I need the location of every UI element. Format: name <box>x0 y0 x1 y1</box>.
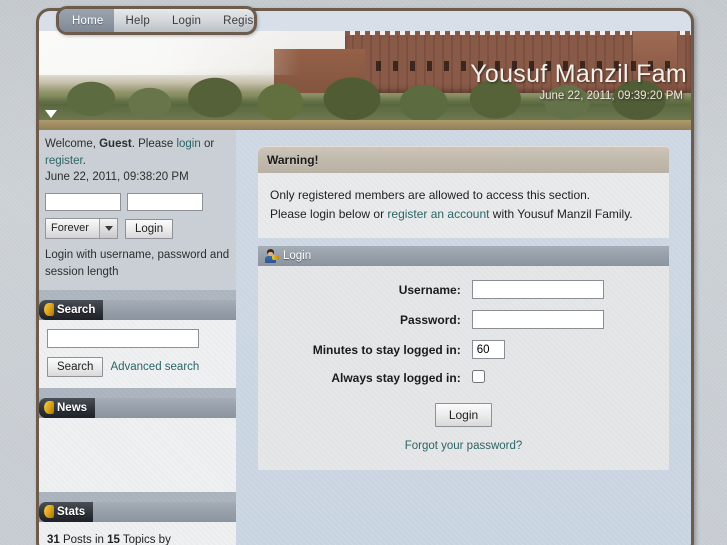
welcome-line: Welcome, Guest. Please login or register… <box>45 136 230 169</box>
search-block-body: Search Advanced search <box>39 320 236 388</box>
welcome-prefix: Welcome, <box>45 138 100 150</box>
user-key-icon <box>264 249 279 264</box>
stats-topics-label: Topics by <box>119 533 171 545</box>
warning-title: Warning! <box>267 152 319 167</box>
register-account-link[interactable]: register an account <box>387 207 489 221</box>
session-length-value: Forever <box>51 221 89 234</box>
warning-body: Only registered members are allowed to a… <box>258 173 669 238</box>
minutes-label: Minutes to stay logged in: <box>312 342 461 357</box>
forum-frame: Yousuf Manzil Fam June 22, 2011, 09:39:2… <box>36 8 694 545</box>
body-wrapper: Welcome, Guest. Please login or register… <box>39 130 691 545</box>
warning-line2-prefix: Please login below or <box>270 207 388 222</box>
chevron-down-icon[interactable] <box>99 219 117 239</box>
site-banner: Yousuf Manzil Fam June 22, 2011, 09:39:2… <box>39 31 691 130</box>
news-block-body <box>39 418 236 492</box>
news-block-header: News <box>39 397 236 418</box>
stats-text: 31 Posts in 15 Topics by 50 Members <box>47 531 228 545</box>
search-block-badge: Search <box>39 299 104 320</box>
form-row-minutes: Minutes to stay logged in: <box>258 340 669 360</box>
session-length-select[interactable]: Forever <box>45 218 118 240</box>
nav-tab-register[interactable]: Register <box>212 9 257 32</box>
warning-line-2: Please login below or register an accoun… <box>270 205 657 224</box>
minutes-field-wrap <box>471 340 505 360</box>
nav-tab-label: Login <box>171 14 202 27</box>
main-content: Warning! Only registered members are all… <box>236 130 691 545</box>
search-block-title: Search <box>57 303 96 316</box>
sidebar-block-news: News <box>39 397 236 492</box>
welcome-username: Guest <box>99 138 132 150</box>
banner-text-group: Yousuf Manzil Fam June 22, 2011, 09:39:2… <box>470 60 691 103</box>
gold-arrow-icon <box>44 505 54 519</box>
login-submit-wrap: Login <box>258 403 669 428</box>
nav-tab-label: Home <box>72 14 104 27</box>
search-input[interactable] <box>47 328 199 348</box>
sidebar-block-stats: Stats 31 Posts in 15 Topics by 50 Member… <box>39 501 236 545</box>
quick-password-input[interactable] <box>127 193 203 212</box>
stats-posts-label: Posts in <box>59 533 108 545</box>
password-field-wrap <box>471 310 604 330</box>
welcome-mid: . Please <box>131 138 177 150</box>
always-logged-field-wrap <box>471 370 485 386</box>
triangle-marker-icon <box>45 110 57 118</box>
always-logged-label: Always stay logged in: <box>331 371 461 386</box>
page-root: Yousuf Manzil Fam June 22, 2011, 09:39:2… <box>0 0 727 545</box>
stats-posts-count: 31 <box>47 533 60 545</box>
login-submit-button[interactable]: Login <box>434 403 493 428</box>
nav-tab-home[interactable]: Home <box>59 9 115 32</box>
site-title: Yousuf Manzil Fam <box>470 60 687 88</box>
forgot-password-wrap: Forgot your password? <box>258 438 669 452</box>
boundary-wall-icon <box>39 120 691 130</box>
sidebar-block-search: Search Search Advanced search <box>39 299 236 388</box>
quick-username-input[interactable] <box>45 193 121 212</box>
sidebar: Welcome, Guest. Please login or register… <box>39 130 236 545</box>
warning-header: Warning! <box>258 146 669 173</box>
quick-login-inputs <box>45 193 230 212</box>
gold-arrow-icon <box>44 401 54 415</box>
search-block-header: Search <box>39 299 236 320</box>
minutes-input[interactable] <box>471 340 505 360</box>
nav-tab-label: Register <box>223 14 257 27</box>
stats-block-header: Stats <box>39 501 236 522</box>
user-info-panel: Welcome, Guest. Please login or register… <box>39 130 236 290</box>
login-link[interactable]: login <box>176 138 200 150</box>
gold-arrow-icon <box>44 303 54 317</box>
warning-line2-suffix: with Yousuf Manzil Family. <box>489 207 633 222</box>
password-label: Password: <box>400 312 461 327</box>
login-panel-header: Login <box>258 246 669 267</box>
login-hint: Login with username, password and sessio… <box>45 249 230 279</box>
always-logged-checkbox[interactable] <box>471 370 485 384</box>
quick-login-controls: Forever Login <box>45 218 230 240</box>
quick-login-button[interactable]: Login <box>125 218 174 239</box>
nav-tab-login[interactable]: Login <box>161 9 212 32</box>
nav-tab-label: Help <box>125 14 150 27</box>
register-link[interactable]: register <box>45 155 83 167</box>
username-label: Username: <box>398 282 461 297</box>
stats-topics-count: 15 <box>107 533 120 545</box>
welcome-or: or <box>200 138 215 150</box>
warning-line-1: Only registered members are allowed to a… <box>270 188 591 202</box>
username-field-wrap <box>471 280 604 300</box>
news-block-badge: News <box>39 397 96 418</box>
news-block-title: News <box>57 401 88 414</box>
main-navigation-tabs: Home Help Login Register <box>56 6 257 35</box>
search-button[interactable]: Search <box>47 356 104 377</box>
sidebar-datetime: June 22, 2011, 09:38:20 PM <box>45 171 189 184</box>
banner-datetime: June 22, 2011, 09:39:20 PM <box>539 90 683 103</box>
forgot-password-link[interactable]: Forgot your password? <box>405 440 523 452</box>
form-row-always: Always stay logged in: <box>258 370 669 386</box>
form-row-username: Username: <box>258 280 669 300</box>
welcome-suffix: . <box>82 154 86 167</box>
login-panel-body: Username: Password: Minutes to stay logg… <box>258 266 669 470</box>
stats-block-title: Stats <box>57 505 86 518</box>
stats-block-body: 31 Posts in 15 Topics by 50 Members <box>39 522 236 545</box>
stats-block-badge: Stats <box>39 501 94 522</box>
form-row-password: Password: <box>258 310 669 330</box>
username-input[interactable] <box>471 280 604 300</box>
banner-fade-overlay <box>39 31 300 75</box>
nav-tab-help[interactable]: Help <box>114 9 160 32</box>
advanced-search-link[interactable]: Advanced search <box>110 361 199 373</box>
search-actions: Search Advanced search <box>47 356 228 377</box>
login-panel-title: Login <box>283 250 312 263</box>
password-input[interactable] <box>471 310 604 330</box>
